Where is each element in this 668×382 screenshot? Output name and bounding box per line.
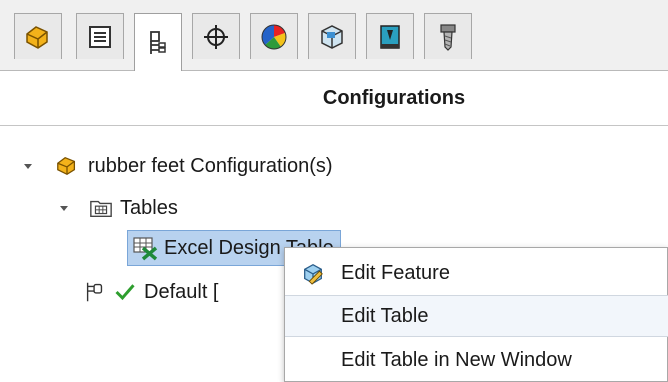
tab-cam-tool-tree[interactable]: [424, 13, 472, 59]
tree-label-root: rubber feet Configuration(s): [88, 154, 333, 177]
menu-item-label: Edit Feature: [341, 261, 450, 284]
display-manager-icon: [261, 24, 287, 49]
excel-design-table-icon: [132, 235, 158, 261]
tab-dimxpert-manager[interactable]: [192, 13, 240, 59]
part-icon: [54, 153, 80, 179]
cam-feature-tree-icon: [321, 24, 343, 49]
configuration-branch-icon: [82, 279, 108, 305]
tree-node-root[interactable]: rubber feet Configuration(s): [22, 151, 333, 181]
expand-caret-icon[interactable]: [22, 160, 34, 172]
tab-property-manager[interactable]: [76, 13, 124, 59]
configuration-manager-icon: [150, 30, 166, 54]
active-check-icon: [112, 279, 138, 305]
cam-operation-tree-icon: [380, 24, 400, 49]
tree-node-tables[interactable]: Tables: [58, 193, 178, 223]
tab-display-manager[interactable]: [250, 13, 298, 59]
expand-caret-icon[interactable]: [58, 202, 70, 214]
tree-label-default: Default [: [144, 280, 219, 303]
tab-feature-manager[interactable]: [14, 13, 62, 59]
context-menu: Edit Feature Edit Table Edit Table in Ne…: [284, 247, 668, 382]
tree-label-tables: Tables: [120, 196, 178, 219]
menu-item-edit-feature[interactable]: Edit Feature: [285, 252, 668, 294]
dimxpert-manager-icon: [204, 24, 228, 49]
tables-folder-icon: [88, 195, 114, 221]
menu-item-edit-table[interactable]: Edit Table: [285, 295, 668, 337]
cam-tool-tree-icon: [440, 23, 456, 51]
manager-tab-strip: [0, 0, 668, 71]
tab-configuration-manager[interactable]: [134, 13, 182, 71]
feature-manager-icon: [26, 25, 48, 49]
menu-item-edit-table-new-window[interactable]: Edit Table in New Window: [285, 339, 668, 381]
menu-item-label: Edit Table: [341, 304, 429, 327]
panel-title: Configurations: [0, 71, 668, 126]
tab-cam-operation-tree[interactable]: [366, 13, 414, 59]
menu-item-label: Edit Table in New Window: [341, 348, 572, 371]
tab-cam-feature-tree[interactable]: [308, 13, 356, 59]
tree-node-default[interactable]: Default [: [82, 277, 218, 307]
property-manager-icon: [89, 25, 111, 48]
edit-feature-icon: [285, 261, 341, 285]
